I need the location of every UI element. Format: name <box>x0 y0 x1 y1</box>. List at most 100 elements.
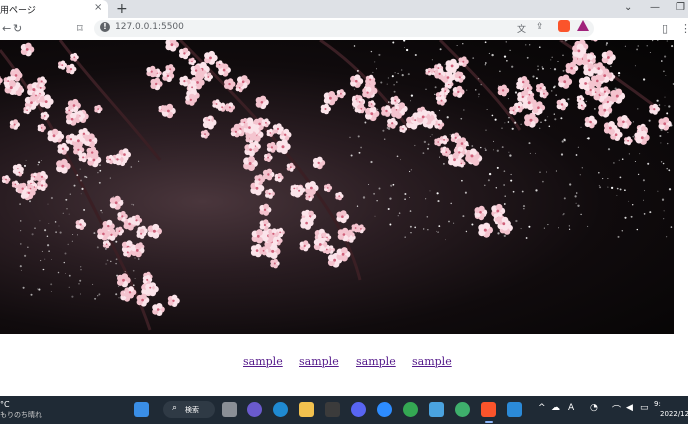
discord-icon[interactable] <box>351 402 366 417</box>
share-icon[interactable]: ⇪ <box>536 22 544 32</box>
sparkle <box>115 262 117 265</box>
clock-time[interactable]: 9: <box>654 400 661 408</box>
sparkle <box>509 49 511 52</box>
sparkle <box>667 131 669 133</box>
sparkle <box>526 56 529 59</box>
sparkle <box>471 223 474 226</box>
teams-chat-icon[interactable] <box>247 402 262 417</box>
sample-link-3[interactable]: sample <box>356 355 396 368</box>
sparkle <box>358 151 361 154</box>
ime-icon[interactable]: A <box>568 403 574 413</box>
sparkle <box>456 45 458 46</box>
brave-icon[interactable] <box>481 402 496 417</box>
clock-app-icon[interactable]: ◔ <box>590 403 598 413</box>
sample-link-2[interactable]: sample <box>299 355 339 368</box>
sparkle <box>648 119 651 122</box>
sparkle <box>642 179 645 182</box>
sparkle <box>425 88 427 90</box>
sparkle <box>50 196 53 200</box>
address-bar[interactable]: ! 127.0.0.1:5500 文 ⇪ <box>94 20 594 37</box>
sparkle <box>504 122 506 124</box>
weather-desc[interactable]: もりのち晴れ <box>0 410 42 420</box>
sparkle <box>660 161 663 163</box>
sparkle <box>92 283 94 285</box>
tray-overflow-icon[interactable]: ^ <box>538 403 546 413</box>
scrollbar-track[interactable] <box>674 40 688 334</box>
taskbar-search[interactable]: ⌕ 検索 <box>163 401 215 418</box>
sparkle <box>535 189 538 192</box>
site-info-icon[interactable]: ! <box>100 22 110 32</box>
url-text[interactable]: 127.0.0.1:5500 <box>115 22 184 32</box>
sparkle <box>548 125 551 128</box>
edge-icon[interactable] <box>273 402 288 417</box>
sparkle <box>431 134 433 136</box>
vscode-icon[interactable] <box>507 402 522 417</box>
battery-icon[interactable]: ▭ <box>640 403 649 413</box>
reload-icon[interactable]: ↻ <box>13 22 22 35</box>
sample-link-1[interactable]: sample <box>243 355 283 368</box>
sparkle <box>356 205 359 207</box>
brave-rewards-icon[interactable] <box>577 20 589 31</box>
sparkle <box>68 286 70 288</box>
start-windows-icon[interactable] <box>134 402 149 417</box>
new-tab-button[interactable]: + <box>116 0 128 18</box>
sparkle <box>664 96 666 98</box>
side-panel-icon[interactable]: ▯ <box>662 22 668 35</box>
blossom <box>445 58 460 73</box>
blossom <box>299 240 311 252</box>
clipchamp-icon[interactable] <box>325 402 340 417</box>
sparkle <box>399 159 401 161</box>
sparkle <box>580 126 582 128</box>
translate-icon[interactable]: 文 <box>517 22 526 35</box>
onedrive-icon[interactable]: ☁ <box>551 403 560 413</box>
blossom <box>323 233 332 242</box>
sparkle <box>651 40 654 42</box>
sparkle <box>647 162 650 165</box>
minimize-button[interactable]: — <box>650 2 660 13</box>
sparkle <box>427 143 430 146</box>
blossom <box>259 203 272 216</box>
notepad-icon[interactable] <box>429 402 444 417</box>
sparkle <box>496 149 499 152</box>
maximize-button[interactable]: ❐ <box>676 2 685 13</box>
sparkle <box>409 225 412 228</box>
close-tab-icon[interactable]: × <box>94 2 102 13</box>
sparkle <box>637 173 640 176</box>
sparkle <box>51 259 53 260</box>
sparkle <box>511 127 514 130</box>
chrome-icon[interactable] <box>403 402 418 417</box>
back-arrow-icon[interactable]: ← <box>2 22 11 35</box>
app-green-icon[interactable] <box>455 402 470 417</box>
sparkle <box>58 225 60 227</box>
menu-icon[interactable]: ⋮ <box>680 22 688 35</box>
clock-date[interactable]: 2022/12/ <box>660 410 688 418</box>
blossom <box>261 118 271 128</box>
blossom <box>624 136 633 146</box>
brave-shields-icon[interactable] <box>558 20 570 32</box>
tab-search-icon[interactable]: ⌄ <box>624 2 632 13</box>
file-explorer-icon[interactable] <box>299 402 314 417</box>
sample-link-4[interactable]: sample <box>412 355 452 368</box>
sparkle <box>71 240 73 242</box>
sparkle <box>94 297 97 300</box>
sparkle <box>409 196 410 198</box>
sparkle <box>78 283 80 285</box>
sparkle <box>81 187 84 190</box>
sparkle <box>551 56 553 59</box>
wifi-icon[interactable]: ⌒ <box>612 403 621 416</box>
active-tab[interactable]: 用ページ × <box>0 0 108 18</box>
bookmark-icon[interactable]: ⌑ <box>77 22 83 35</box>
sparkle <box>613 162 615 164</box>
blossom <box>165 64 176 75</box>
sparkle <box>38 161 41 164</box>
sparkle <box>491 53 494 57</box>
task-view-icon[interactable] <box>222 402 237 417</box>
blossom <box>336 89 346 99</box>
sparkle <box>410 169 413 171</box>
sparkle <box>80 193 82 195</box>
weather-temp[interactable]: °C <box>0 400 10 409</box>
sparkle <box>581 167 583 169</box>
zoom-icon[interactable] <box>377 402 392 417</box>
sparkle <box>574 195 577 198</box>
volume-icon[interactable]: ◀ <box>626 403 633 413</box>
